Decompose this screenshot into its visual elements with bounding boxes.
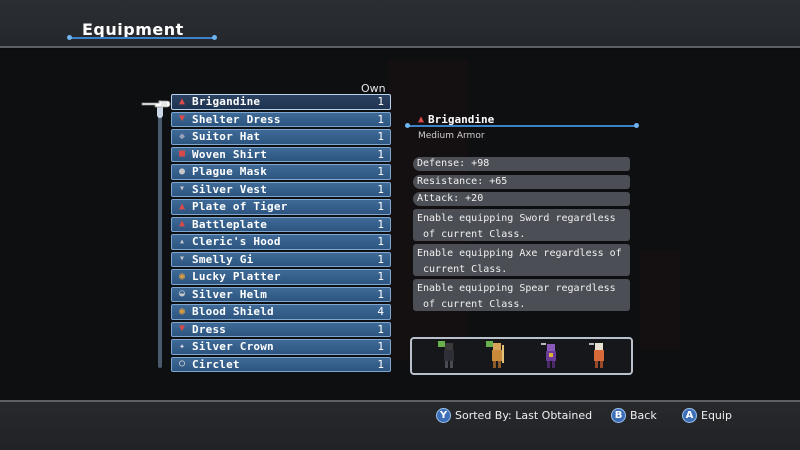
shirt-icon: ■: [178, 148, 186, 160]
helm-icon: ◒: [178, 288, 186, 300]
equipment-item[interactable]: ▲ Brigandine 1: [171, 94, 391, 110]
sort-hint[interactable]: Y Sorted By: Last Obtained: [436, 408, 592, 423]
mask-icon: ●: [178, 165, 186, 177]
effect-spear: Enable equipping Spear regardless of cur…: [413, 279, 630, 311]
equipment-item-count: 1: [377, 95, 384, 109]
shield-icon: ◉: [178, 270, 186, 282]
effect-sword: Enable equipping Sword regardless of cur…: [413, 209, 630, 241]
equipment-list: ▲ Brigandine 1 ▼ Shelter Dress 1 ◆ Suitor Hat 1 ■…: [171, 94, 391, 374]
back-label: Back: [630, 409, 657, 422]
equipment-item-count: 1: [377, 130, 384, 144]
equipment-item-name: Brigandine: [192, 95, 261, 109]
background-figure: [640, 250, 680, 350]
equipment-item-name: Cleric's Hood: [192, 235, 281, 249]
equipment-item-count: 1: [377, 182, 384, 196]
armor-icon: ▲: [178, 218, 186, 230]
hat-icon: ◆: [178, 130, 186, 142]
equipment-item[interactable]: ◒ Silver Helm 1: [171, 286, 391, 302]
equipment-item[interactable]: ● Plague Mask 1: [171, 164, 391, 180]
dress-icon: ▼: [178, 113, 186, 125]
equipment-item-name: Plate of Tiger: [192, 200, 288, 214]
equipment-item-count: 1: [377, 252, 384, 266]
equipment-item[interactable]: ◉ Lucky Platter 1: [171, 269, 391, 285]
equipment-item[interactable]: ▴ Cleric's Hood 1: [171, 234, 391, 250]
equipment-item-name: Woven Shirt: [192, 147, 268, 161]
party-member-1-sprite[interactable]: [438, 341, 460, 369]
equipment-item[interactable]: ▲ Plate of Tiger 1: [171, 199, 391, 215]
armor-icon: ▲: [418, 114, 425, 125]
pointing-hand-cursor-icon: [141, 100, 171, 108]
stat-attack: Attack: +20: [413, 192, 630, 206]
detail-underline: [405, 123, 639, 128]
back-hint[interactable]: B Back: [611, 408, 657, 423]
equipment-item-name: Blood Shield: [192, 305, 274, 319]
vest-icon: ▾: [178, 253, 186, 265]
stat-resistance: Resistance: +65: [413, 175, 630, 189]
shield-icon: ◉: [178, 305, 186, 317]
equipment-item[interactable]: ◉ Blood Shield 4: [171, 304, 391, 320]
equipment-item-count: 1: [377, 357, 384, 371]
equipment-item-count: 1: [377, 270, 384, 284]
sort-label: Sorted By: Last Obtained: [455, 409, 593, 422]
equipment-item[interactable]: ○ Circlet 1: [171, 356, 391, 372]
armor-icon: ▲: [178, 95, 186, 107]
equipment-item-name: Circlet: [192, 357, 240, 371]
armor-icon: ▲: [178, 200, 186, 212]
equipment-item-count: 1: [377, 200, 384, 214]
equip-label: Equip: [701, 409, 732, 422]
equipment-item[interactable]: ✦ Silver Crown 1: [171, 339, 391, 355]
equipment-item-count: 1: [377, 217, 384, 231]
equip-hint[interactable]: A Equip: [682, 408, 732, 423]
equipment-item-name: Silver Helm: [192, 287, 268, 301]
equipment-item-name: Plague Mask: [192, 165, 268, 179]
crown-icon: ✦: [178, 340, 186, 352]
hood-icon: ▴: [178, 235, 186, 247]
equipment-item-name: Dress: [192, 322, 227, 336]
equipment-item-count: 1: [377, 235, 384, 249]
equipment-item-name: Lucky Platter: [192, 270, 281, 284]
equipment-item-count: 1: [377, 165, 384, 179]
equipment-item[interactable]: ■ Woven Shirt 1: [171, 146, 391, 162]
background-panel: [0, 50, 800, 400]
detail-item-type: Medium Armor: [418, 131, 485, 141]
equipment-item-count: 1: [377, 322, 384, 336]
party-member-2-sprite[interactable]: [486, 341, 508, 369]
party-member-4-sprite[interactable]: [588, 341, 610, 369]
equipment-item-name: Battleplate: [192, 217, 268, 231]
equipment-item-name: Suitor Hat: [192, 130, 261, 144]
y-button-icon[interactable]: Y: [436, 408, 451, 423]
dress-icon: ▼: [178, 323, 186, 335]
b-button-icon[interactable]: B: [611, 408, 626, 423]
equipment-item[interactable]: ◆ Suitor Hat 1: [171, 129, 391, 145]
effect-axe: Enable equipping Axe regardless of curre…: [413, 244, 630, 276]
equipment-item[interactable]: ▾ Silver Vest 1: [171, 181, 391, 197]
equipment-item-name: Silver Vest: [192, 182, 268, 196]
vest-icon: ▾: [178, 183, 186, 195]
party-member-3-sprite[interactable]: [540, 341, 562, 369]
equipment-item-name: Silver Crown: [192, 340, 274, 354]
footer-bar: [0, 400, 800, 450]
title-underline: [67, 35, 217, 40]
equipment-item[interactable]: ▼ Dress 1: [171, 321, 391, 337]
equipment-item-name: Smelly Gi: [192, 252, 254, 266]
equipment-item-count: 1: [377, 340, 384, 354]
equipment-item-count: 1: [377, 287, 384, 301]
circlet-icon: ○: [178, 358, 186, 370]
equipment-item-name: Shelter Dress: [192, 112, 281, 126]
equipment-item[interactable]: ▼ Shelter Dress 1: [171, 111, 391, 127]
equipment-item-count: 1: [377, 147, 384, 161]
equipment-item[interactable]: ▲ Battleplate 1: [171, 216, 391, 232]
a-button-icon[interactable]: A: [682, 408, 697, 423]
equipment-item-count: 1: [377, 112, 384, 126]
stat-defense: Defense: +98: [413, 157, 630, 171]
list-scrollbar[interactable]: [158, 100, 162, 368]
equipment-item[interactable]: ▾ Smelly Gi 1: [171, 251, 391, 267]
equipment-item-count: 4: [377, 305, 384, 319]
